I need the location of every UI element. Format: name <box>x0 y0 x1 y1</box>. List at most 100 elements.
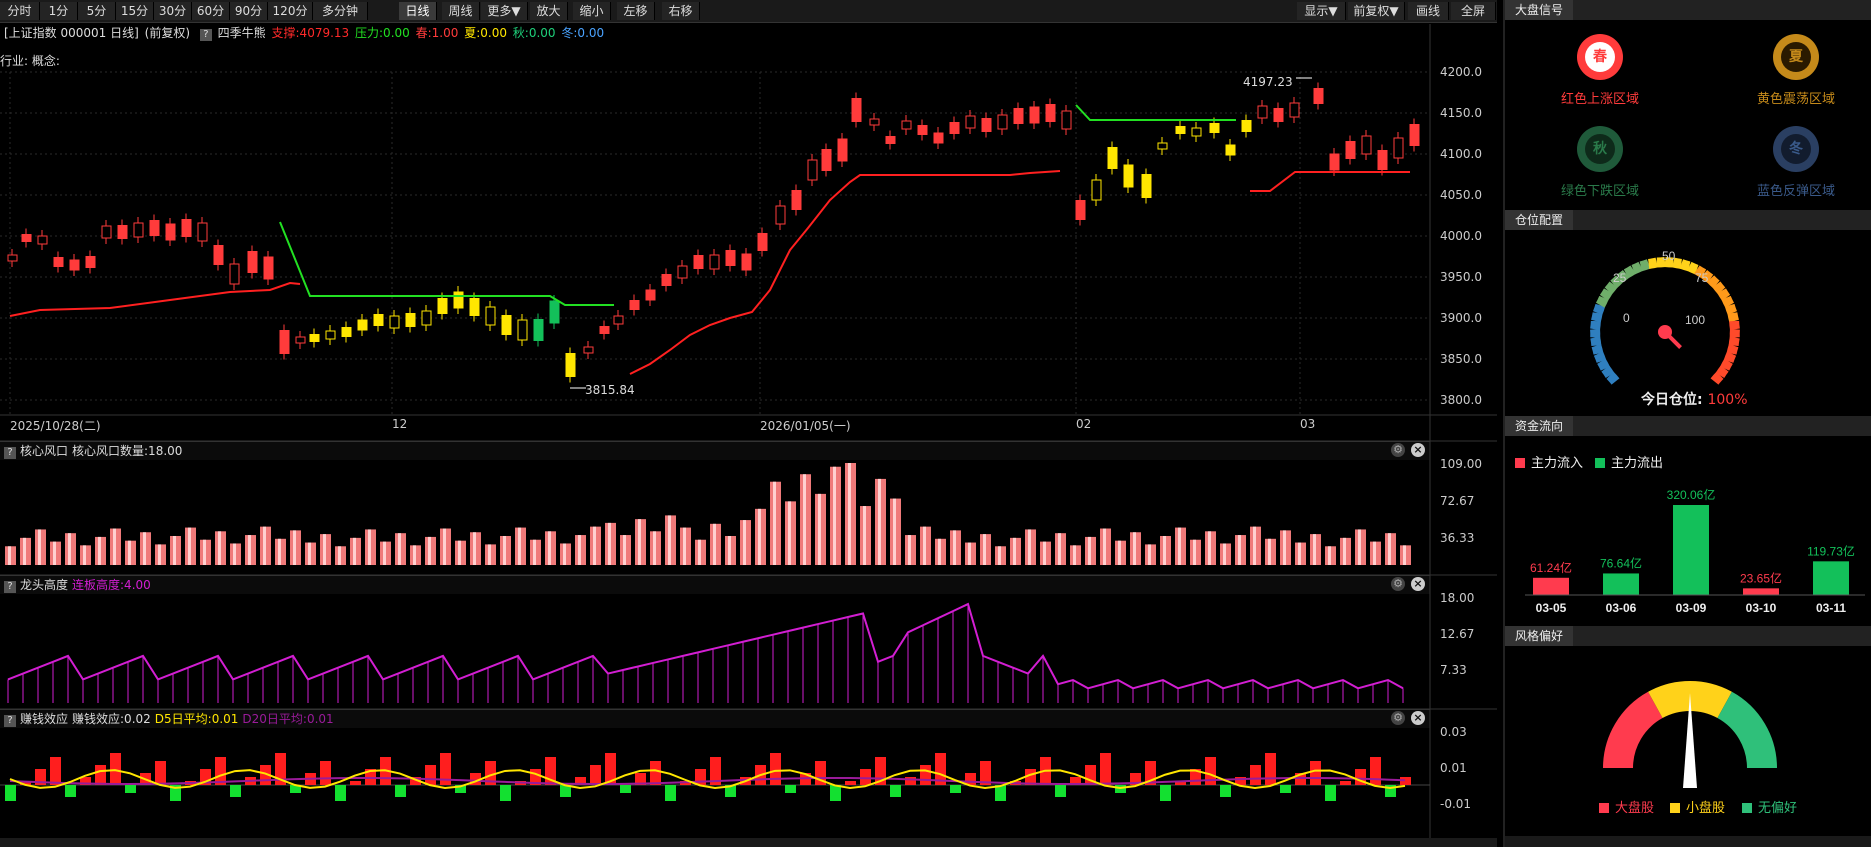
core-bar-highlight <box>323 534 326 565</box>
candle-body <box>851 98 862 122</box>
profit-bar <box>1340 781 1351 785</box>
core-bar-highlight <box>548 531 551 565</box>
core-bar-highlight <box>218 531 221 565</box>
summer-icon: 夏 <box>1773 34 1819 80</box>
core-bar-highlight <box>458 540 461 565</box>
candle-body <box>965 115 976 129</box>
candle-body <box>901 120 912 130</box>
core-bar-highlight <box>608 522 611 565</box>
candle-body <box>549 300 560 324</box>
gauge-arc-segment <box>1593 351 1607 363</box>
gauge-arc-segment <box>1679 259 1691 272</box>
core-bar-highlight <box>563 543 566 565</box>
core-bar-highlight <box>83 545 86 565</box>
core-bar-highlight <box>683 527 686 565</box>
core-bar-highlight <box>983 534 986 565</box>
core-bar-highlight <box>743 520 746 565</box>
core-bar-highlight <box>518 527 521 565</box>
core-bar-highlight <box>128 540 131 565</box>
candle-body <box>485 306 496 326</box>
profit-bar <box>590 765 601 785</box>
profit-bar <box>125 785 136 793</box>
core-bar-highlight <box>998 546 1001 565</box>
candle-body <box>661 274 672 286</box>
core-bar-highlight <box>338 546 341 565</box>
candle-body <box>981 118 992 132</box>
core-bar-highlight <box>1268 538 1271 565</box>
core-bar-highlight <box>38 529 41 565</box>
gauge-arc-segment <box>1591 312 1603 323</box>
core-bar-highlight <box>1043 541 1046 565</box>
style-legend-large-label: 大盘股 <box>1615 801 1655 816</box>
candle-body <box>629 300 640 310</box>
core-bar-highlight <box>203 539 206 565</box>
gauge-arc-segment <box>1639 259 1651 272</box>
candle-body <box>645 289 656 301</box>
candle-body <box>1013 108 1024 124</box>
candle-body <box>1329 153 1340 171</box>
core-bar-highlight <box>428 536 431 565</box>
profit-bar <box>155 761 166 785</box>
core-bar-highlight <box>413 545 416 565</box>
gauge-arc-segment <box>1604 281 1618 295</box>
core-bar-highlight <box>953 530 956 565</box>
candle-body <box>757 233 768 251</box>
profit-bar <box>845 781 856 785</box>
gauge-tick-label: 100 <box>1685 313 1705 327</box>
flow-bar-label: 76.64亿 <box>1600 555 1642 570</box>
position-header-title: 仓位配置 <box>1505 210 1574 230</box>
candle-body <box>1289 102 1300 118</box>
core-bar-highlight <box>533 539 536 565</box>
core-bar-highlight <box>863 506 866 565</box>
profit-bar <box>1115 785 1126 793</box>
profit-bar <box>770 753 781 785</box>
spring-icon: 春 <box>1577 34 1623 80</box>
candle-body <box>165 223 176 241</box>
core-bar-highlight <box>878 478 881 565</box>
core-bar-highlight <box>1028 529 1031 565</box>
core-bar-highlight <box>1403 545 1406 565</box>
winter-icon-glyph: 冬 <box>1781 134 1811 164</box>
candle-body <box>1157 142 1168 150</box>
candle-body <box>741 253 752 271</box>
candle-body <box>1175 126 1186 134</box>
core-bar-highlight <box>1073 545 1076 565</box>
core-bar-highlight <box>713 523 716 565</box>
right-panel: 大盘信号 春 红色上涨区域 夏 黄色震荡区域 秋 绿色下跌区域 冬 蓝色反弹区域… <box>1503 0 1871 847</box>
core-bar-highlight <box>398 533 401 565</box>
gauge-arc-segment <box>1623 265 1636 279</box>
candle-body <box>533 319 544 341</box>
core-bar-highlight <box>1313 534 1316 565</box>
candle-body <box>133 222 144 238</box>
candle-body <box>325 330 336 340</box>
style-gauge <box>1603 681 1777 788</box>
position-header: 仓位配置 <box>1505 210 1871 230</box>
candle-body <box>1377 150 1388 170</box>
profit-bar <box>650 761 661 785</box>
core-bar-highlight <box>113 528 116 565</box>
flow-bar <box>1603 573 1639 595</box>
gauge-arc-segment <box>1591 344 1604 355</box>
candle-body <box>197 222 208 242</box>
core-bar-highlight <box>8 546 11 565</box>
candle-body <box>725 250 736 266</box>
candle-body <box>613 315 624 325</box>
flow-date-label: 03-06 <box>1606 601 1637 615</box>
core-bar-highlight <box>833 466 836 565</box>
core-bar-highlight <box>698 539 701 565</box>
candle-body <box>1313 88 1324 104</box>
gauge-arc-segment <box>1712 281 1726 295</box>
candle-body <box>341 327 352 337</box>
core-bar-highlight <box>818 493 821 565</box>
core-bar-highlight <box>1118 540 1121 565</box>
gauge-tick-label: 0 <box>1623 311 1630 325</box>
core-bar-highlight <box>593 526 596 565</box>
kline-chart-svg[interactable] <box>0 0 1497 847</box>
profit-bar <box>1370 757 1381 785</box>
style-arc-large <box>1603 691 1664 769</box>
candle-body <box>453 291 464 309</box>
style-legend-large: 大盘股 <box>1599 797 1654 816</box>
core-bar-highlight <box>623 535 626 565</box>
candle-body <box>295 336 306 344</box>
profit-bar <box>1325 785 1336 801</box>
